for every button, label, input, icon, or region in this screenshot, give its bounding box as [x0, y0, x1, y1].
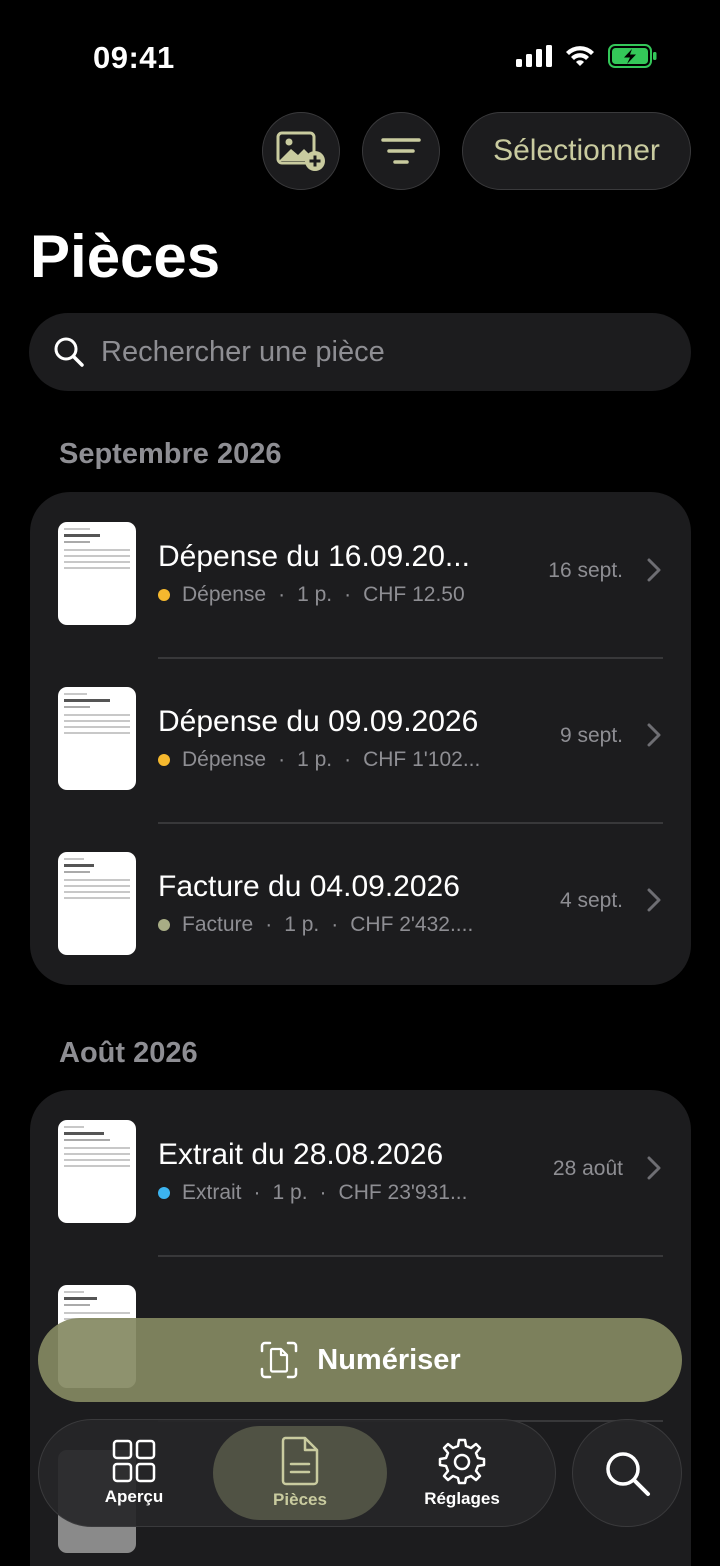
- document-date: 9 sept.: [559, 724, 623, 747]
- document-type: Extrait: [182, 1181, 242, 1204]
- document-type: Facture: [182, 913, 254, 936]
- type-dot-icon: [158, 919, 170, 931]
- search-icon: [54, 337, 84, 367]
- photo-add-icon: [276, 131, 325, 171]
- document-date: 4 sept.: [559, 889, 623, 912]
- tab-label: Pièces: [273, 1490, 327, 1509]
- select-button[interactable]: Sélectionner: [462, 112, 691, 190]
- status-time: 09:41: [93, 40, 175, 75]
- filter-button[interactable]: [362, 112, 440, 190]
- document-meta: Facture · 1 p. · CHF 2'432....: [158, 913, 473, 937]
- document-amount: CHF 2'432....: [350, 913, 474, 936]
- document-icon: [281, 1436, 319, 1486]
- chevron-right-icon: [647, 723, 661, 747]
- document-date: 16 sept.: [548, 559, 623, 582]
- document-thumbnail: [58, 687, 136, 790]
- section-header-september: Septembre 2026: [59, 438, 282, 470]
- document-title: Extrait du 28.08.2026: [158, 1138, 444, 1171]
- wifi-icon: [566, 46, 594, 66]
- document-pages: 1 p.: [297, 748, 333, 771]
- document-thumbnail: [58, 522, 136, 625]
- page-title: Pièces: [30, 223, 221, 290]
- section-header-august: Août 2026: [59, 1037, 198, 1069]
- type-dot-icon: [158, 589, 170, 601]
- type-dot-icon: [158, 1187, 170, 1199]
- document-title: Dépense du 09.09.2026: [158, 705, 479, 738]
- document-type: Dépense: [182, 583, 267, 606]
- scan-button[interactable]: Numériser: [38, 1318, 682, 1402]
- type-dot-icon: [158, 754, 170, 766]
- filter-lines-icon: [381, 138, 421, 164]
- tab-apercu[interactable]: Aperçu: [49, 1420, 219, 1526]
- status-icons: [516, 44, 658, 68]
- document-row[interactable]: Dépense du 09.09.2026 Dépense · 1 p. · C…: [30, 657, 691, 822]
- document-date: 28 août: [552, 1157, 623, 1180]
- document-amount: CHF 1'102...: [363, 748, 481, 771]
- document-title: Dépense du 16.09.20...: [158, 540, 470, 573]
- chevron-right-icon: [647, 1156, 661, 1180]
- status-bar: 09:41: [0, 0, 720, 110]
- section-card-september: Dépense du 16.09.20... Dépense · 1 p. · …: [30, 492, 691, 985]
- document-row[interactable]: Dépense du 16.09.20... Dépense · 1 p. · …: [30, 492, 691, 657]
- search-placeholder: Rechercher une pièce: [101, 335, 385, 368]
- document-amount: CHF 12.50: [363, 583, 465, 606]
- document-type: Dépense: [182, 748, 267, 771]
- tab-reglages[interactable]: Réglages: [377, 1420, 547, 1526]
- document-pages: 1 p.: [297, 583, 333, 606]
- tab-pieces[interactable]: Pièces: [213, 1426, 387, 1520]
- document-meta: Dépense · 1 p. · CHF 1'102...: [158, 748, 480, 772]
- cellular-signal-icon: [516, 45, 552, 67]
- tab-label: Aperçu: [104, 1487, 164, 1506]
- document-amount: CHF 23'931...: [338, 1181, 468, 1204]
- tab-label: Réglages: [424, 1489, 500, 1508]
- document-title: Facture du 04.09.2026: [158, 870, 460, 903]
- search-icon: [606, 1452, 650, 1496]
- document-row[interactable]: Facture du 04.09.2026 Facture · 1 p. · C…: [30, 822, 691, 985]
- search-tab-button[interactable]: [572, 1419, 682, 1527]
- document-meta: Dépense · 1 p. · CHF 12.50: [158, 583, 465, 607]
- document-row[interactable]: Extrait du 28.08.2026 Extrait · 1 p. · C…: [30, 1090, 691, 1255]
- document-meta: Extrait · 1 p. · CHF 23'931...: [158, 1181, 467, 1205]
- document-thumbnail: [58, 1120, 136, 1223]
- grid-icon: [112, 1439, 156, 1483]
- document-pages: 1 p.: [272, 1181, 308, 1204]
- gear-icon: [438, 1438, 486, 1485]
- chevron-right-icon: [647, 888, 661, 912]
- scan-button-label: Numériser: [317, 1343, 461, 1376]
- tab-bar: Aperçu Pièces Réglages: [38, 1419, 556, 1527]
- search-field[interactable]: Rechercher une pièce: [29, 313, 691, 391]
- chevron-right-icon: [647, 558, 661, 582]
- document-pages: 1 p.: [284, 913, 320, 936]
- battery-charging-icon: [608, 44, 657, 68]
- document-thumbnail: [58, 852, 136, 955]
- add-image-button[interactable]: [262, 112, 340, 190]
- scan-document-icon: [261, 1341, 298, 1379]
